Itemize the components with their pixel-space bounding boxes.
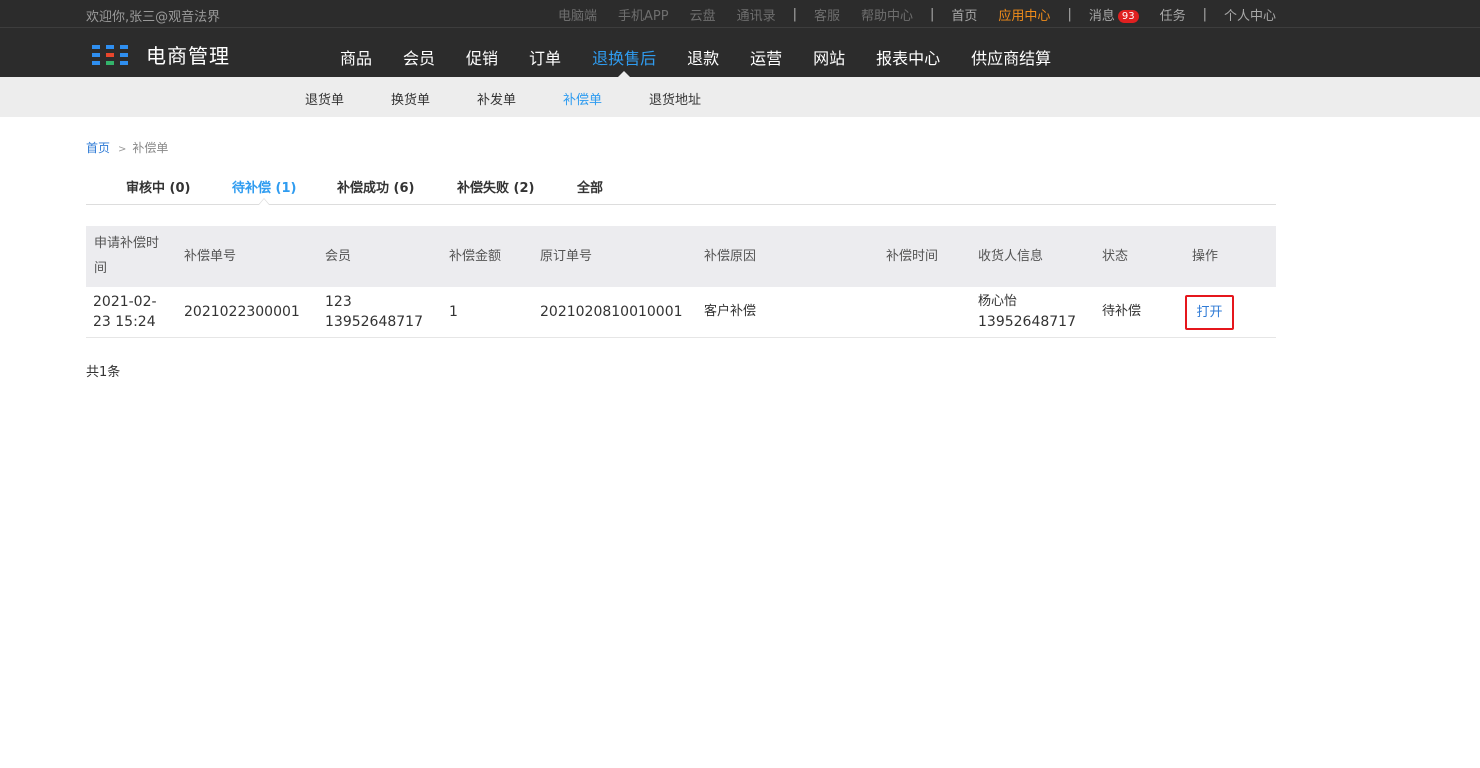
divider: | xyxy=(930,7,935,22)
top-links: 电脑端 手机APP 云盘 通讯录 | 客服 帮助中心 | 首页 应用中心 | 消… xyxy=(537,5,1276,24)
status-tabs: 审核中 (0) 待补偿 (1) 补偿成功 (6) 补偿失败 (2) 全部 xyxy=(86,176,1276,205)
tab-under-review[interactable]: 审核中 (0) xyxy=(126,177,190,196)
breadcrumb: 首页 > 补偿单 xyxy=(86,139,168,156)
messages-count-badge: 93 xyxy=(1117,10,1139,23)
cell-compensation-no: 2021022300001 xyxy=(184,304,300,320)
link-customer-service[interactable]: 客服 xyxy=(814,5,840,24)
sub-nav-exchange-orders[interactable]: 换货单 xyxy=(391,89,430,108)
tab-all[interactable]: 全部 xyxy=(577,177,603,196)
main-nav-products[interactable]: 商品 xyxy=(340,45,372,69)
col-compensation-time: 补偿时间 xyxy=(886,249,939,264)
receiver-name: 杨心怡 xyxy=(978,294,1018,309)
welcome-text: 欢迎你,张三@观音法界 xyxy=(86,10,221,25)
brand-logo[interactable]: 电商管理 xyxy=(92,40,230,69)
top-header: 欢迎你,张三@观音法界 电脑端 手机APP 云盘 通讯录 | 客服 帮助中心 |… xyxy=(0,0,1480,77)
breadcrumb-current: 补偿单 xyxy=(132,141,169,155)
sub-nav-compensation-orders[interactable]: 补偿单 xyxy=(563,89,602,108)
link-home[interactable]: 首页 xyxy=(951,5,977,24)
link-profile[interactable]: 个人中心 xyxy=(1224,5,1276,24)
top-utility-bar: 欢迎你,张三@观音法界 电脑端 手机APP 云盘 通讯录 | 客服 帮助中心 |… xyxy=(0,0,1480,28)
grid-logo-icon xyxy=(92,44,132,65)
main-nav-after-sales[interactable]: 退换售后 xyxy=(592,45,656,77)
receiver-phone: 13952648717 xyxy=(978,314,1076,330)
link-pc[interactable]: 电脑端 xyxy=(558,5,597,24)
tab-compensation-failed[interactable]: 补偿失败 (2) xyxy=(457,177,534,196)
main-nav-operations[interactable]: 运营 xyxy=(750,45,782,69)
sub-nav-reissue-orders[interactable]: 补发单 xyxy=(477,89,516,108)
cell-amount: 1 xyxy=(449,304,458,320)
apply-time: 23 15:24 xyxy=(93,314,156,330)
main-nav-reports[interactable]: 报表中心 xyxy=(876,45,940,69)
member-phone: 13952648717 xyxy=(325,314,423,330)
total-count: 共1条 xyxy=(86,365,121,380)
breadcrumb-arrow-icon: > xyxy=(118,144,127,155)
col-apply-time-line2: 间 xyxy=(94,261,108,276)
tab-pending-compensation[interactable]: 待补偿 (1) xyxy=(232,177,296,196)
apply-date: 2021-02- xyxy=(93,294,157,310)
main-nav-supplier-settlement[interactable]: 供应商结算 xyxy=(971,45,1051,69)
col-status: 状态 xyxy=(1102,249,1129,264)
table-header: 申请补偿时 间 补偿单号 会员 补偿金额 原订单号 补偿原因 补偿时间 收货人信… xyxy=(86,226,1276,287)
col-receiver-info: 收货人信息 xyxy=(978,249,1044,264)
link-tasks[interactable]: 任务 xyxy=(1160,5,1186,24)
cell-receiver-info: 杨心怡 13952648717 xyxy=(978,292,1076,332)
main-nav-website[interactable]: 网站 xyxy=(813,45,845,69)
sub-nav-return-address[interactable]: 退货地址 xyxy=(649,89,701,108)
cell-status: 待补偿 xyxy=(1102,304,1142,319)
main-nav-promotions[interactable]: 促销 xyxy=(466,45,498,69)
table-row: 2021-02- 23 15:24 2021022300001 123 1395… xyxy=(86,287,1276,338)
main-nav-members[interactable]: 会员 xyxy=(403,45,435,69)
sub-nav: 退货单 换货单 补发单 补偿单 退货地址 xyxy=(0,77,1480,117)
cell-member: 123 13952648717 xyxy=(325,292,423,332)
main-nav: 商品 会员 促销 订单 退换售后 退款 运营 网站 报表中心 供应商结算 xyxy=(340,45,1082,77)
main-nav-orders[interactable]: 订单 xyxy=(529,45,561,69)
col-apply-time-line1: 申请补偿时 xyxy=(94,236,160,251)
link-app-center[interactable]: 应用中心 xyxy=(998,5,1050,24)
col-reason: 补偿原因 xyxy=(704,249,757,264)
sub-nav-return-orders[interactable]: 退货单 xyxy=(305,89,344,108)
col-action: 操作 xyxy=(1192,249,1219,264)
compensation-table: 申请补偿时 间 补偿单号 会员 补偿金额 原订单号 补偿原因 补偿时间 收货人信… xyxy=(86,226,1276,338)
link-contacts[interactable]: 通讯录 xyxy=(737,5,776,24)
brand-title: 电商管理 xyxy=(146,44,230,68)
link-messages[interactable]: 消息 93 xyxy=(1089,5,1139,24)
col-original-order: 原订单号 xyxy=(540,249,593,264)
link-mobile-app[interactable]: 手机APP xyxy=(618,5,669,24)
col-member: 会员 xyxy=(325,249,352,264)
member-name: 123 xyxy=(325,294,352,310)
cell-apply-time: 2021-02- 23 15:24 xyxy=(93,292,157,332)
divider: | xyxy=(1202,7,1207,22)
active-tab-caret-icon xyxy=(258,198,270,205)
divider: | xyxy=(792,7,797,22)
breadcrumb-home[interactable]: 首页 xyxy=(86,141,110,155)
col-compensation-no: 补偿单号 xyxy=(184,249,237,264)
col-amount: 补偿金额 xyxy=(449,249,502,264)
col-apply-time: 申请补偿时 间 xyxy=(94,231,159,281)
open-button[interactable]: 打开 xyxy=(1185,295,1234,330)
link-cloud-disk[interactable]: 云盘 xyxy=(690,5,716,24)
tab-compensation-success[interactable]: 补偿成功 (6) xyxy=(337,177,414,196)
main-nav-refunds[interactable]: 退款 xyxy=(687,45,719,69)
cell-reason: 客户补偿 xyxy=(704,304,757,319)
cell-original-order: 2021020810010001 xyxy=(540,304,683,320)
link-help-center[interactable]: 帮助中心 xyxy=(861,5,913,24)
messages-label: 消息 xyxy=(1088,9,1115,24)
divider: | xyxy=(1067,7,1072,22)
